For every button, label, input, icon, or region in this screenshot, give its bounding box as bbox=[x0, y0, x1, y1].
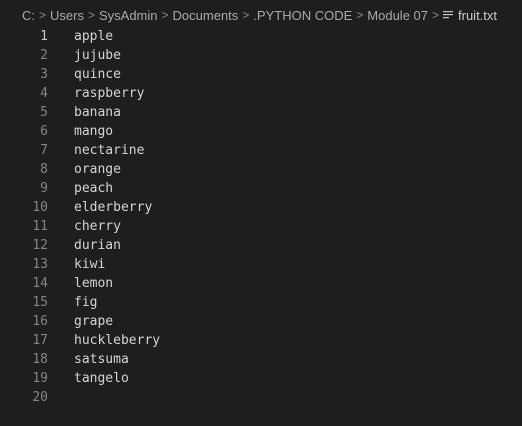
line-number: 1 bbox=[40, 29, 48, 44]
editor-line[interactable]: 12 durian bbox=[0, 236, 522, 255]
line-number: 3 bbox=[40, 67, 48, 82]
editor-line[interactable]: 1 apple bbox=[0, 27, 522, 46]
editor-line[interactable]: 5 banana bbox=[0, 103, 522, 122]
line-text[interactable]: kiwi bbox=[74, 255, 105, 274]
chevron-right-icon: > bbox=[87, 8, 95, 22]
breadcrumb-item-python-code[interactable]: .PYTHON CODE bbox=[253, 8, 352, 23]
chevron-right-icon: > bbox=[161, 8, 169, 22]
line-text[interactable]: banana bbox=[74, 103, 121, 122]
line-text[interactable]: mango bbox=[74, 122, 113, 141]
line-number: 8 bbox=[40, 162, 48, 177]
breadcrumb-item-sysadmin[interactable]: SysAdmin bbox=[99, 8, 158, 23]
editor-line[interactable]: 3 quince bbox=[0, 65, 522, 84]
line-text[interactable]: durian bbox=[74, 236, 121, 255]
text-editor[interactable]: C: > Users > SysAdmin > Documents > .PYT… bbox=[0, 0, 522, 426]
breadcrumb-item-file[interactable]: fruit.txt bbox=[443, 8, 497, 23]
editor-line[interactable]: 14 lemon bbox=[0, 274, 522, 293]
line-number: 11 bbox=[32, 219, 48, 234]
line-text[interactable]: satsuma bbox=[74, 350, 129, 369]
line-text[interactable]: peach bbox=[74, 179, 113, 198]
editor-lines[interactable]: 1 apple 2 jujube 3 quince 4 raspberry 5 banana 6 ma… bbox=[0, 27, 522, 407]
line-number: 6 bbox=[40, 124, 48, 139]
editor-line[interactable]: 16 grape bbox=[0, 312, 522, 331]
line-number: 18 bbox=[32, 352, 48, 367]
chevron-right-icon: > bbox=[39, 8, 47, 22]
chevron-right-icon: > bbox=[432, 8, 440, 22]
line-text[interactable]: huckleberry bbox=[74, 331, 160, 350]
breadcrumb-item-documents[interactable]: Documents bbox=[173, 8, 239, 23]
breadcrumb-item-drive[interactable]: C: bbox=[22, 8, 35, 23]
editor-line[interactable]: 15 fig bbox=[0, 293, 522, 312]
line-text[interactable]: grape bbox=[74, 312, 113, 331]
line-text[interactable]: fig bbox=[74, 293, 97, 312]
file-name: fruit.txt bbox=[458, 7, 498, 23]
editor-line[interactable]: 18 satsuma bbox=[0, 350, 522, 369]
line-text[interactable]: tangelo bbox=[74, 369, 129, 388]
editor-line[interactable]: 20 bbox=[0, 388, 522, 407]
line-number: 12 bbox=[32, 238, 48, 253]
line-number: 16 bbox=[32, 314, 48, 329]
editor-line[interactable]: 2 jujube bbox=[0, 46, 522, 65]
line-number: 9 bbox=[40, 181, 48, 196]
line-text[interactable]: nectarine bbox=[74, 141, 144, 160]
line-text[interactable]: raspberry bbox=[74, 84, 144, 103]
line-text[interactable]: orange bbox=[74, 160, 121, 179]
line-text[interactable]: quince bbox=[74, 65, 121, 84]
breadcrumb-item-module-07[interactable]: Module 07 bbox=[367, 8, 428, 23]
editor-line[interactable]: 6 mango bbox=[0, 122, 522, 141]
editor-line[interactable]: 13 kiwi bbox=[0, 255, 522, 274]
line-number: 15 bbox=[32, 295, 48, 310]
line-number: 13 bbox=[32, 257, 48, 272]
line-number: 5 bbox=[40, 105, 48, 120]
editor-line[interactable]: 4 raspberry bbox=[0, 84, 522, 103]
line-text[interactable]: apple bbox=[74, 27, 113, 46]
editor-line[interactable]: 19 tangelo bbox=[0, 369, 522, 388]
chevron-right-icon: > bbox=[242, 8, 250, 22]
line-number: 17 bbox=[32, 333, 48, 348]
line-text[interactable]: cherry bbox=[74, 217, 121, 236]
line-number: 14 bbox=[32, 276, 48, 291]
editor-line[interactable]: 10 elderberry bbox=[0, 198, 522, 217]
line-number: 10 bbox=[32, 200, 48, 215]
line-number: 4 bbox=[40, 86, 48, 101]
editor-line[interactable]: 8 orange bbox=[0, 160, 522, 179]
editor-line[interactable]: 9 peach bbox=[0, 179, 522, 198]
line-number: 7 bbox=[40, 143, 48, 158]
line-text[interactable]: lemon bbox=[74, 274, 113, 293]
line-text[interactable]: elderberry bbox=[74, 198, 152, 217]
line-number: 19 bbox=[32, 371, 48, 386]
breadcrumb: C: > Users > SysAdmin > Documents > .PYT… bbox=[0, 0, 522, 30]
line-number: 2 bbox=[40, 48, 48, 63]
editor-line[interactable]: 7 nectarine bbox=[0, 141, 522, 160]
line-number: 20 bbox=[32, 390, 48, 405]
chevron-right-icon: > bbox=[356, 8, 364, 22]
text-file-icon bbox=[443, 11, 454, 19]
editor-line[interactable]: 17 huckleberry bbox=[0, 331, 522, 350]
breadcrumb-item-users[interactable]: Users bbox=[50, 8, 84, 23]
line-text[interactable]: jujube bbox=[74, 46, 121, 65]
editor-line[interactable]: 11 cherry bbox=[0, 217, 522, 236]
